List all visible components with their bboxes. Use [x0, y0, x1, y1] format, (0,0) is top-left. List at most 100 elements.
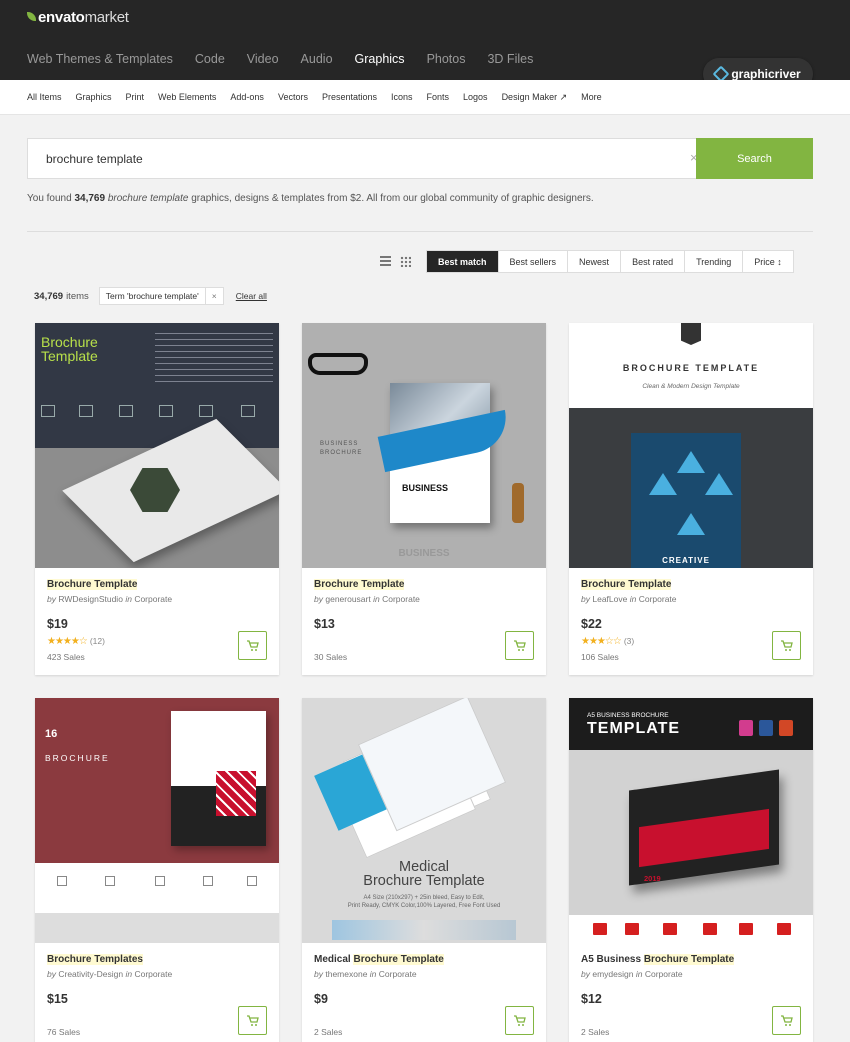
site-header: envatomarket Web Themes & Templates Code…	[0, 0, 850, 90]
subnav-web-elements[interactable]: Web Elements	[158, 92, 216, 103]
product-author: by themexone in Corporate	[314, 969, 417, 979]
sort-newest[interactable]: Newest	[568, 251, 622, 272]
product-author: by generousart in Corporate	[314, 594, 420, 604]
location-pin-icon	[681, 323, 701, 345]
product-card[interactable]: BUSINESS BROCHURE BUSINESS BUSINESS Broch…	[302, 323, 546, 675]
product-thumbnail[interactable]: Medical Brochure Template A4 Size (210x29…	[302, 698, 546, 943]
search-input[interactable]	[28, 139, 693, 178]
remove-filter-icon[interactable]: ×	[204, 288, 223, 304]
product-title[interactable]: Medical Brochure Template	[314, 954, 444, 965]
grid-view-icon[interactable]	[400, 256, 411, 267]
category-link[interactable]: Corporate	[645, 969, 683, 979]
author-link[interactable]: generousart	[325, 594, 370, 604]
subnav-vectors[interactable]: Vectors	[278, 92, 308, 103]
product-price: $13	[314, 617, 335, 631]
product-title[interactable]: Brochure Template	[581, 579, 672, 590]
cart-icon	[780, 639, 793, 651]
summary-suffix: graphics, designs & templates from $2. A…	[191, 193, 594, 204]
rating-stars: ★★★☆☆ (3)	[581, 636, 635, 647]
nav-video[interactable]: Video	[247, 52, 279, 66]
sales-count: 2 Sales	[314, 1027, 343, 1037]
author-link[interactable]: emydesign	[592, 969, 633, 979]
search-button[interactable]: Search	[696, 138, 813, 179]
add-to-cart-button[interactable]	[505, 1006, 534, 1035]
product-title[interactable]: Brochure Template	[314, 579, 405, 590]
subnav-presentations[interactable]: Presentations	[322, 92, 377, 103]
subnav-logos[interactable]: Logos	[463, 92, 488, 103]
product-price: $22	[581, 617, 602, 631]
sub-category-nav: All Items Graphics Print Web Elements Ad…	[0, 80, 850, 115]
sort-price[interactable]: Price ↕	[743, 251, 793, 272]
search-bar: × Search	[27, 138, 813, 179]
category-link[interactable]: Corporate	[639, 594, 677, 604]
summary-query: brochure template	[107, 193, 189, 204]
product-thumbnail[interactable]: BUSINESS BROCHURE BUSINESS BUSINESS	[302, 323, 546, 568]
clear-all-link[interactable]: Clear all	[236, 291, 267, 301]
logo-text: envato	[38, 9, 85, 26]
thumbnail-heading: TEMPLATE	[587, 720, 681, 737]
product-title[interactable]: Brochure Templates	[47, 954, 143, 965]
product-title[interactable]: Brochure Template	[47, 579, 138, 590]
author-link[interactable]: RWDesignStudio	[58, 594, 123, 604]
nav-3d-files[interactable]: 3D Files	[487, 52, 533, 66]
envato-market-logo[interactable]: envatomarket	[27, 9, 129, 26]
sort-best-match[interactable]: Best match	[427, 251, 499, 272]
nav-code[interactable]: Code	[195, 52, 225, 66]
thumbnail-heading: 16	[45, 728, 58, 740]
results-count-row: 34,769 items Term 'brochure template' × …	[34, 287, 267, 305]
category-link[interactable]: Corporate	[379, 969, 417, 979]
product-thumbnail[interactable]: Brochure Template	[35, 323, 279, 568]
product-card[interactable]: Brochure Template Brochure Template by RW…	[35, 323, 279, 675]
sort-best-rated[interactable]: Best rated	[621, 251, 686, 272]
author-link[interactable]: LeafLove	[592, 594, 627, 604]
cart-icon	[780, 1014, 793, 1026]
subnav-print[interactable]: Print	[126, 92, 145, 103]
subnav-design-maker[interactable]: Design Maker ↗	[502, 92, 568, 103]
product-thumbnail[interactable]: A5 BUSINESS BROCHURE TEMPLATE 2019	[569, 698, 813, 943]
subnav-add-ons[interactable]: Add-ons	[230, 92, 264, 103]
category-link[interactable]: Corporate	[134, 594, 172, 604]
nav-photos[interactable]: Photos	[427, 52, 466, 66]
product-title[interactable]: A5 Business Brochure Template	[581, 954, 735, 965]
add-to-cart-button[interactable]	[772, 631, 801, 660]
product-card[interactable]: 16 BROCHURE Brochure Templates by Creati…	[35, 698, 279, 1042]
add-to-cart-button[interactable]	[238, 631, 267, 660]
product-author: by LeafLove in Corporate	[581, 594, 677, 604]
add-to-cart-button[interactable]	[238, 1006, 267, 1035]
thumbnail-caption: BUSINESS	[398, 548, 450, 559]
product-card[interactable]: Medical Brochure Template A4 Size (210x29…	[302, 698, 546, 1042]
leaf-icon	[27, 12, 36, 21]
subnav-graphics[interactable]: Graphics	[76, 92, 112, 103]
thumbnail-heading: BROCHURE TEMPLATE	[622, 363, 760, 373]
subnav-more[interactable]: More	[581, 92, 602, 103]
subnav-all-items[interactable]: All Items	[27, 92, 62, 103]
sort-options: Best match Best sellers Newest Best rate…	[426, 250, 794, 273]
add-to-cart-button[interactable]	[772, 1006, 801, 1035]
product-thumbnail[interactable]: BROCHURE TEMPLATE Clean & Modern Design …	[569, 323, 813, 568]
product-card[interactable]: BROCHURE TEMPLATE Clean & Modern Design …	[569, 323, 813, 675]
subnav-fonts[interactable]: Fonts	[427, 92, 450, 103]
product-thumbnail[interactable]: 16 BROCHURE	[35, 698, 279, 943]
sort-best-sellers[interactable]: Best sellers	[499, 251, 569, 272]
author-link[interactable]: themexone	[325, 969, 367, 979]
product-author: by Creativity-Design in Corporate	[47, 969, 173, 979]
summary-count: 34,769	[74, 193, 106, 204]
thumbnail-heading: BUSINESS	[402, 483, 449, 493]
sales-count: 30 Sales	[314, 652, 348, 662]
sort-trending[interactable]: Trending	[685, 251, 744, 272]
add-to-cart-button[interactable]	[505, 631, 534, 660]
thumbnail-subheading: BROCHURE	[45, 753, 110, 763]
category-nav: Web Themes & Templates Code Video Audio …	[27, 52, 555, 66]
category-link[interactable]: Corporate	[382, 594, 420, 604]
cart-icon	[513, 1014, 526, 1026]
nav-graphics[interactable]: Graphics	[355, 52, 405, 66]
subnav-icons[interactable]: Icons	[391, 92, 413, 103]
category-link[interactable]: Corporate	[134, 969, 172, 979]
thumbnail-caption: CREATIVE	[662, 556, 710, 565]
author-link[interactable]: Creativity-Design	[58, 969, 123, 979]
nav-web-themes[interactable]: Web Themes & Templates	[27, 52, 173, 66]
list-view-icon[interactable]	[380, 256, 391, 266]
product-card[interactable]: A5 BUSINESS BROCHURE TEMPLATE 2019 A5 Bu…	[569, 698, 813, 1042]
nav-audio[interactable]: Audio	[301, 52, 333, 66]
sales-count: 106 Sales	[581, 652, 619, 662]
